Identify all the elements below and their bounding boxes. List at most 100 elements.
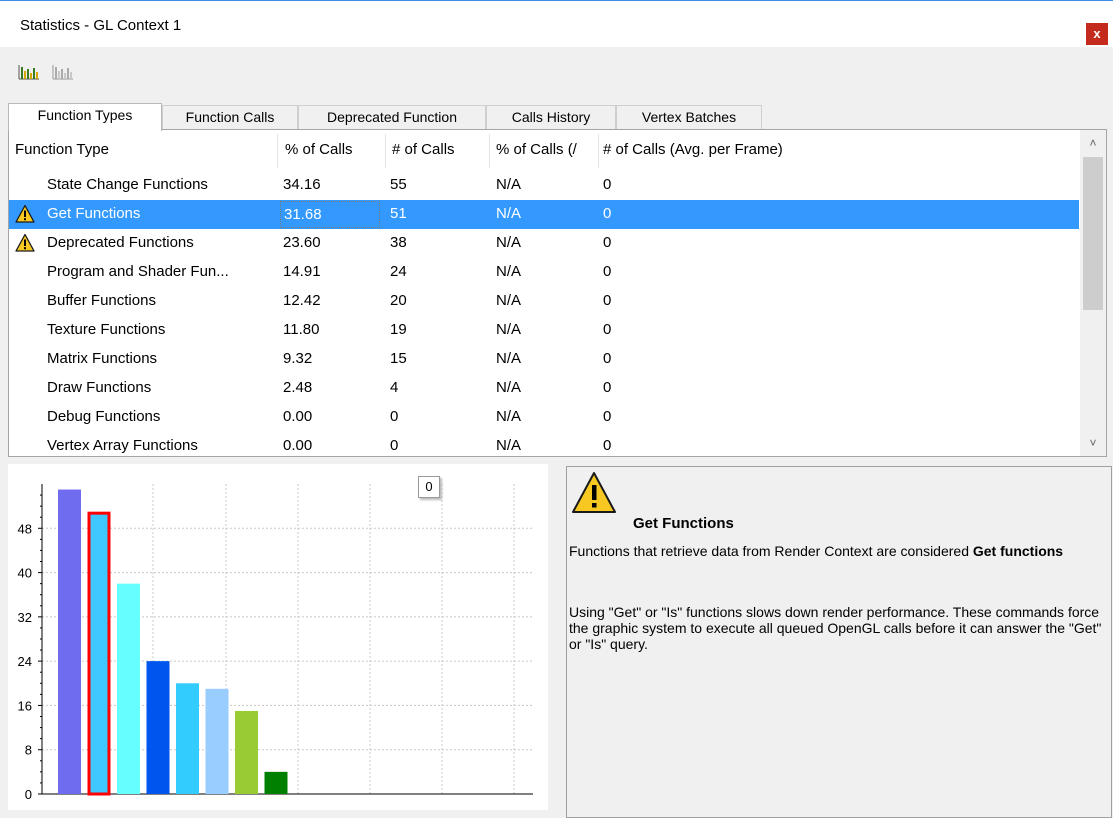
bar[interactable] bbox=[205, 688, 229, 794]
cell-num-calls: 0 bbox=[390, 408, 399, 425]
column-header-num-calls[interactable]: # of Calls bbox=[392, 141, 492, 161]
cell-num-calls: 4 bbox=[390, 379, 399, 396]
table-header: Function Type % of Calls # of Calls % of… bbox=[9, 130, 1079, 170]
cell-num-calls: 0 bbox=[390, 437, 399, 454]
cell-pct-calls-avg: N/A bbox=[496, 176, 522, 193]
warning-icon bbox=[15, 233, 35, 252]
info-panel: Get Functions Functions that retrieve da… bbox=[566, 466, 1112, 818]
cell-pct-calls: 0.00 bbox=[283, 437, 313, 454]
tab-deprecated-function[interactable]: Deprecated Function bbox=[298, 105, 486, 130]
cell-pct-calls-avg: N/A bbox=[496, 350, 522, 367]
cell-function-type: State Change Functions bbox=[47, 176, 208, 193]
warning-icon bbox=[15, 204, 35, 223]
y-tick-label: 48 bbox=[18, 521, 32, 536]
cell-pct-calls-avg: N/A bbox=[496, 437, 522, 454]
column-divider[interactable] bbox=[385, 134, 386, 168]
bar[interactable] bbox=[235, 710, 258, 794]
cell-pct-calls: 9.32 bbox=[283, 350, 313, 367]
close-button[interactable]: x bbox=[1086, 23, 1108, 45]
cell-pct-calls-avg: N/A bbox=[496, 408, 522, 425]
cell-pct-calls-avg: N/A bbox=[496, 321, 522, 338]
bar[interactable] bbox=[87, 511, 111, 796]
y-tick-label: 24 bbox=[18, 654, 32, 669]
warning-icon bbox=[572, 472, 616, 513]
cell-pct-calls: 31.68 bbox=[280, 201, 380, 228]
bar-chart: 0 8 16 24 32 40 48 bbox=[18, 484, 533, 802]
cell-num-calls: 24 bbox=[390, 263, 407, 280]
column-header-function-type[interactable]: Function Type bbox=[15, 141, 273, 161]
cell-pct-calls-avg: N/A bbox=[496, 234, 522, 251]
scrollbar-thumb[interactable] bbox=[1083, 157, 1103, 310]
cell-pct-calls: 2.48 bbox=[283, 379, 313, 396]
cell-pct-calls: 34.16 bbox=[283, 176, 321, 193]
bar[interactable] bbox=[146, 661, 170, 794]
chart-value-badge: 0 bbox=[418, 476, 440, 498]
scroll-down-icon[interactable]: ˅ bbox=[1080, 430, 1106, 456]
cell-pct-calls-avg: N/A bbox=[496, 379, 522, 396]
table-row[interactable]: Deprecated Functions 23.60 38 N/A 0 bbox=[9, 229, 1079, 258]
cell-num-calls-avg: 0 bbox=[603, 350, 612, 367]
cell-num-calls: 51 bbox=[390, 205, 407, 222]
cell-function-type: Debug Functions bbox=[47, 408, 161, 425]
y-tick-label: 0 bbox=[25, 787, 32, 802]
cell-num-calls-avg: 0 bbox=[603, 234, 612, 251]
tab-function-types[interactable]: Function Types bbox=[8, 103, 162, 131]
cell-num-calls-avg: 0 bbox=[603, 205, 612, 222]
info-performance-note: Using "Get" or "Is" functions slows down… bbox=[569, 604, 1102, 652]
cell-function-type: Buffer Functions bbox=[47, 292, 156, 309]
title-bar: Statistics - GL Context 1 x bbox=[0, 1, 1113, 47]
table-row[interactable]: Vertex Array Functions 0.00 0 N/A 0 bbox=[9, 432, 1079, 456]
cell-function-type: Matrix Functions bbox=[47, 350, 158, 367]
vertical-scrollbar[interactable]: ˄ ˅ bbox=[1080, 130, 1106, 456]
cell-num-calls-avg: 0 bbox=[603, 408, 612, 425]
info-description-bold: Get functions bbox=[972, 543, 1064, 559]
y-tick-label: 16 bbox=[18, 698, 32, 713]
info-description: Functions that retrieve data from Render… bbox=[569, 543, 1099, 559]
bar[interactable] bbox=[176, 683, 199, 794]
toolbar bbox=[0, 47, 1113, 97]
bar-chart-panel: 0 8 16 24 32 40 48 0 bbox=[8, 464, 548, 810]
cell-function-type: Get Functions bbox=[47, 205, 141, 222]
cell-pct-calls-avg: N/A bbox=[496, 205, 522, 222]
tab-bar: Function Types Function Calls Deprecated… bbox=[8, 103, 1108, 131]
cell-pct-calls: 11.80 bbox=[283, 321, 320, 338]
column-header-num-calls-avg[interactable]: # of Calls (Avg. per Frame) bbox=[603, 141, 903, 161]
column-divider[interactable] bbox=[277, 134, 278, 168]
column-divider[interactable] bbox=[489, 134, 490, 168]
info-title: Get Functions bbox=[633, 515, 734, 532]
table-row[interactable]: Program and Shader Fun... 14.91 24 N/A 0 bbox=[9, 258, 1079, 287]
info-description-text: Functions that retrieve data from Render… bbox=[569, 543, 973, 559]
tab-vertex-batches[interactable]: Vertex Batches bbox=[616, 105, 762, 130]
cell-function-type: Draw Functions bbox=[47, 379, 152, 396]
column-header-pct-calls[interactable]: % of Calls bbox=[285, 141, 383, 161]
cell-num-calls: 19 bbox=[390, 321, 407, 338]
column-header-pct-calls-avg[interactable]: % of Calls (/ bbox=[496, 141, 594, 161]
scroll-up-icon[interactable]: ˄ bbox=[1080, 130, 1106, 156]
cell-num-calls: 55 bbox=[390, 176, 407, 193]
cell-num-calls-avg: 0 bbox=[603, 379, 612, 396]
table-row[interactable]: Buffer Functions 12.42 20 N/A 0 bbox=[9, 287, 1079, 316]
bar[interactable] bbox=[264, 771, 288, 794]
table-row[interactable]: Get Functions 31.68 51 N/A 0 bbox=[9, 200, 1079, 229]
table-row[interactable]: Texture Functions 11.80 19 N/A 0 bbox=[9, 316, 1079, 345]
table-row[interactable]: Draw Functions 2.48 4 N/A 0 bbox=[9, 374, 1079, 403]
cell-function-type: Texture Functions bbox=[47, 321, 166, 338]
table-row[interactable]: State Change Functions 34.16 55 N/A 0 bbox=[9, 171, 1079, 200]
bar[interactable] bbox=[117, 583, 140, 794]
table-row[interactable]: Matrix Functions 9.32 15 N/A 0 bbox=[9, 345, 1079, 374]
cell-pct-calls: 14.91 bbox=[283, 263, 321, 280]
function-types-table: Function Type % of Calls # of Calls % of… bbox=[8, 129, 1107, 457]
column-divider[interactable] bbox=[598, 134, 599, 168]
bar-chart-color-icon[interactable] bbox=[18, 63, 40, 81]
bar-chart-gray-icon[interactable] bbox=[52, 63, 74, 81]
table-row[interactable]: Debug Functions 0.00 0 N/A 0 bbox=[9, 403, 1079, 432]
cell-num-calls-avg: 0 bbox=[603, 263, 612, 280]
tab-calls-history[interactable]: Calls History bbox=[486, 105, 616, 130]
tab-function-calls[interactable]: Function Calls bbox=[162, 105, 298, 130]
cell-num-calls-avg: 0 bbox=[603, 176, 612, 193]
cell-pct-calls-avg: N/A bbox=[496, 263, 522, 280]
bar[interactable] bbox=[58, 489, 81, 794]
cell-function-type: Deprecated Functions bbox=[47, 234, 194, 251]
cell-num-calls-avg: 0 bbox=[603, 437, 612, 454]
cell-num-calls: 20 bbox=[390, 292, 407, 309]
